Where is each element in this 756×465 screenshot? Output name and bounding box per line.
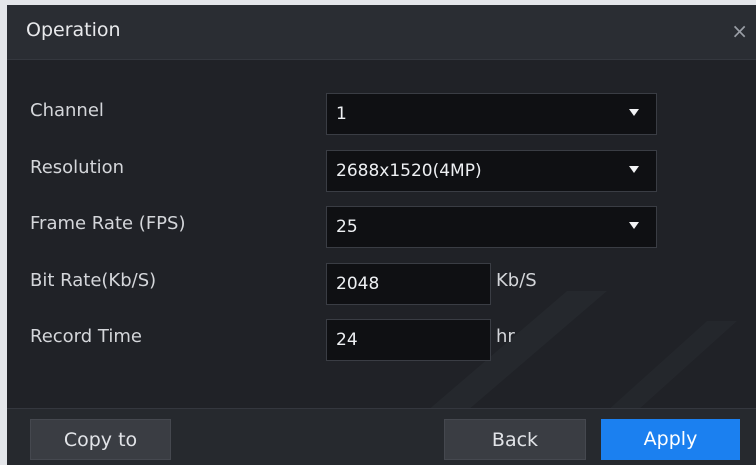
record-time-value: 24 [336,330,358,350]
resolution-value: 2688x1520(4MP) [336,161,482,181]
bit-rate-value: 2048 [336,274,380,294]
record-time-input[interactable]: 24 [326,319,491,361]
form-area: Channel 1 Resolution 2688x1520(4MP) Fram… [7,61,756,411]
caret-down-icon [629,222,639,229]
dialog-titlebar: Operation × [7,5,756,60]
copy-to-button[interactable]: Copy to [30,419,171,460]
channel-select[interactable]: 1 [326,93,657,135]
frame-rate-label: Frame Rate (FPS) [30,213,186,234]
caret-down-icon [629,166,639,173]
frame-rate-value: 25 [336,217,358,237]
record-time-label: Record Time [30,326,142,347]
dialog-title: Operation [26,19,121,41]
resolution-select[interactable]: 2688x1520(4MP) [326,150,657,192]
apply-button[interactable]: Apply [601,419,740,460]
resolution-label: Resolution [30,157,125,178]
bit-rate-input[interactable]: 2048 [326,263,491,305]
operation-dialog: Operation × Channel 1 Resolution 2688x15… [7,5,756,465]
channel-label: Channel [30,100,104,121]
caret-down-icon [629,109,639,116]
back-button[interactable]: Back [444,419,586,460]
bit-rate-unit: Kb/S [496,270,537,291]
close-icon[interactable]: × [731,21,748,41]
record-time-unit: hr [496,326,515,347]
dialog-footer: Copy to Back Apply [7,408,756,465]
channel-value: 1 [336,104,347,124]
bit-rate-label: Bit Rate(Kb/S) [30,270,157,291]
frame-rate-select[interactable]: 25 [326,206,657,248]
